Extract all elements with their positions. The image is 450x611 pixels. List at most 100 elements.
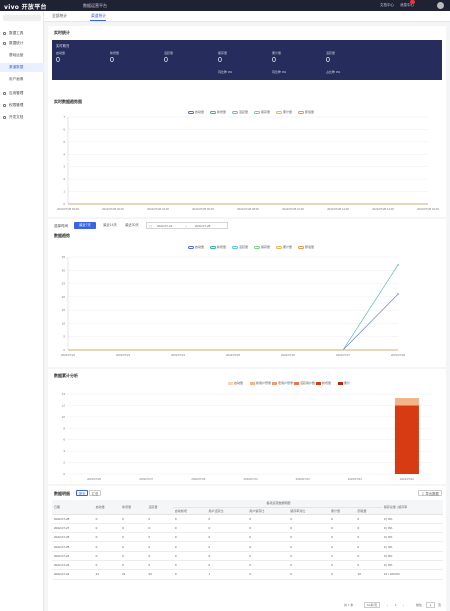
table-cell: 0 | 0% [381, 532, 443, 543]
legend-item[interactable]: 新增量 [316, 381, 331, 385]
toggle-summary[interactable]: 汇总 [89, 490, 101, 496]
last-14-days-button[interactable]: 最近14天 [100, 222, 120, 229]
sidebar-item-0[interactable]: 数据工具 [0, 29, 44, 38]
table-cell: 0 [206, 560, 248, 571]
tab-channel-stats[interactable]: 渠道统计 [91, 14, 106, 19]
realtime-label-4: 累计量 [272, 51, 282, 55]
trend-chart: 0 5 10 15 20 25 30 35 2022/07/22 2022/07/23 2022/0… [61, 255, 405, 357]
main-content: 全部统计 渠道统计 实时统计 实时概况 启动量 0 新增量 0 活跃量 0 留存量 0 同比昨 … [44, 11, 450, 611]
app-selector[interactable] [3, 15, 41, 21]
sidebar-item-label: 开发文档 [9, 115, 24, 119]
legend-item[interactable]: 启动量 [228, 381, 243, 385]
tab-all-stats[interactable]: 全部统计 [52, 14, 67, 19]
realtime-overview: 实时概况 启动量 0 新增量 0 活跃量 0 留存量 0 同比昨 0% 累计量 0 同比昨 0% 活跃量… [52, 40, 442, 80]
table-cell: 0 [120, 523, 147, 534]
last-7-days-button[interactable]: 最近7天 [74, 222, 96, 229]
col-sub-9: 卸载量 [355, 507, 382, 515]
legend-item[interactable]: 累计量 [276, 245, 292, 249]
last-30-days-button[interactable]: 最近30天 [122, 222, 142, 229]
sidebar-item-7[interactable]: 开发文档 [0, 113, 44, 122]
legend-swatch [228, 381, 233, 385]
page-size-select[interactable]: 10条/页 [364, 602, 381, 608]
realtime-label-2: 活跃量 [164, 51, 174, 55]
legend-item[interactable]: 老用户登录 [272, 381, 293, 385]
legend-label: 留存量 [261, 245, 271, 249]
legend-item[interactable]: 新增量 [210, 245, 226, 249]
doc-center-link[interactable]: 文档中心 [380, 3, 394, 8]
toggle-by-day[interactable]: 按天 [76, 490, 88, 496]
table-cell: 0 [172, 551, 207, 562]
export-button[interactable]: ⇩ 导出数据 [418, 490, 442, 496]
vivo-logo[interactable]: vivo 开放平台 [4, 2, 47, 11]
table-cell: 0 [355, 514, 382, 524]
date-end: 2022-07-28 [195, 224, 211, 228]
y-tick-label: 5 [63, 140, 65, 144]
realtime-label-3: 留存量 [218, 51, 228, 55]
table-cell: 21 [93, 569, 121, 580]
stack-card: 数据累计分析 启动量 新用户登录 老用户登录 活跃用户数 新增量 累计 0 2 4 6 8 10 12… [48, 369, 446, 484]
table-cell: 0 [172, 560, 207, 571]
bar-segment-1[interactable] [394, 398, 419, 406]
table-cell: 21 [120, 569, 147, 580]
legend-item[interactable]: 留存量 [254, 245, 270, 249]
table-cell: 2022-07-22 [52, 569, 94, 580]
table-cell: 0 [288, 569, 330, 580]
sidebar-item-2[interactable]: 基础运营 [0, 51, 44, 60]
legend-item[interactable]: 活跃量 [232, 245, 248, 249]
legend-item[interactable]: 活跃用户数 [294, 381, 315, 385]
table-cell: 2022-07-27 [52, 523, 94, 534]
y-tick-label: 12 [62, 403, 66, 407]
x-tick-label: 2022/07/23 [296, 477, 310, 481]
col-launch: 启动量 [93, 500, 121, 515]
legend-item[interactable]: 累计 [338, 381, 350, 385]
sidebar-item-3[interactable]: 渠道数据 [0, 63, 44, 72]
table-cell: 2022-07-23 [52, 560, 94, 571]
table-cell: 0 [288, 551, 330, 562]
date-range-picker[interactable]: ▢ 2022-07-22 ~ 2022-07-28 [146, 222, 228, 229]
prev-page-button[interactable]: ‹ [387, 603, 388, 607]
legend-label: 新增量 [217, 245, 227, 249]
table-row: 2022-07-23 0 0 0 0 0 0 0 0 0 0 | 0% [52, 560, 443, 571]
realtime-trend-title: 实时数据趋势图 [54, 99, 82, 104]
avatar[interactable] [437, 2, 444, 9]
legend-item[interactable]: 新用户登录 [250, 381, 271, 385]
data-point[interactable] [396, 263, 400, 267]
table-cell: 0 [329, 532, 356, 543]
legend-item[interactable]: 启动量 [188, 245, 204, 249]
legend-label: 卸载量 [305, 245, 315, 249]
sidebar-item-label: 渠道数据 [9, 65, 24, 69]
legend-label: 启动量 [195, 245, 205, 249]
table-cell: 0 [206, 523, 248, 534]
trend-title: 数据趋势 [54, 233, 70, 238]
goto-page-input[interactable]: 1 [426, 602, 435, 608]
page-1-button[interactable]: 1 [395, 603, 397, 607]
table-row: 2022-07-28 0 0 0 0 0 0 0 0 0 0 | 0% [52, 514, 443, 524]
y-tick-label: 2 [63, 177, 65, 181]
sidebar-item-1[interactable]: 数据统计 [0, 39, 44, 48]
realtime-label-1: 新增量 [110, 51, 120, 55]
col-date: 日期 [52, 500, 94, 515]
table-cell: 0 [120, 514, 147, 524]
sidebar-item-4[interactable]: 用户画像 [0, 75, 44, 84]
x-tick-label: 2022/07/27 [139, 477, 153, 481]
data-point[interactable] [396, 293, 400, 296]
bar-segment-0[interactable] [394, 405, 419, 474]
col-sub-5: 用户活跃比 [206, 507, 248, 515]
table-cell: 0 [329, 560, 356, 571]
y-tick-label: 30 [62, 268, 66, 272]
sidebar-item-6[interactable]: 权限管理 [0, 101, 44, 110]
table-cell: 0 [288, 541, 330, 552]
sidebar-item-5[interactable]: 应用管理 [0, 89, 44, 98]
table-cell: 2022-07-28 [52, 514, 94, 524]
table-cell: 0 [146, 532, 173, 543]
legend-swatch [294, 381, 299, 385]
platform-title[interactable]: 数据运营平台 [83, 3, 107, 9]
realtime-label-5: 活跃量 [326, 51, 336, 55]
next-page-button[interactable]: › [403, 603, 404, 607]
table-cell: 0 [355, 560, 382, 571]
sidebar-item-label: 权限管理 [9, 103, 24, 107]
legend-item[interactable]: 卸载量 [298, 245, 314, 249]
realtime-sub-4: 同比昨 0% [272, 70, 287, 74]
table-cell: 0 [206, 514, 248, 524]
table-cell: 0 [329, 523, 356, 534]
